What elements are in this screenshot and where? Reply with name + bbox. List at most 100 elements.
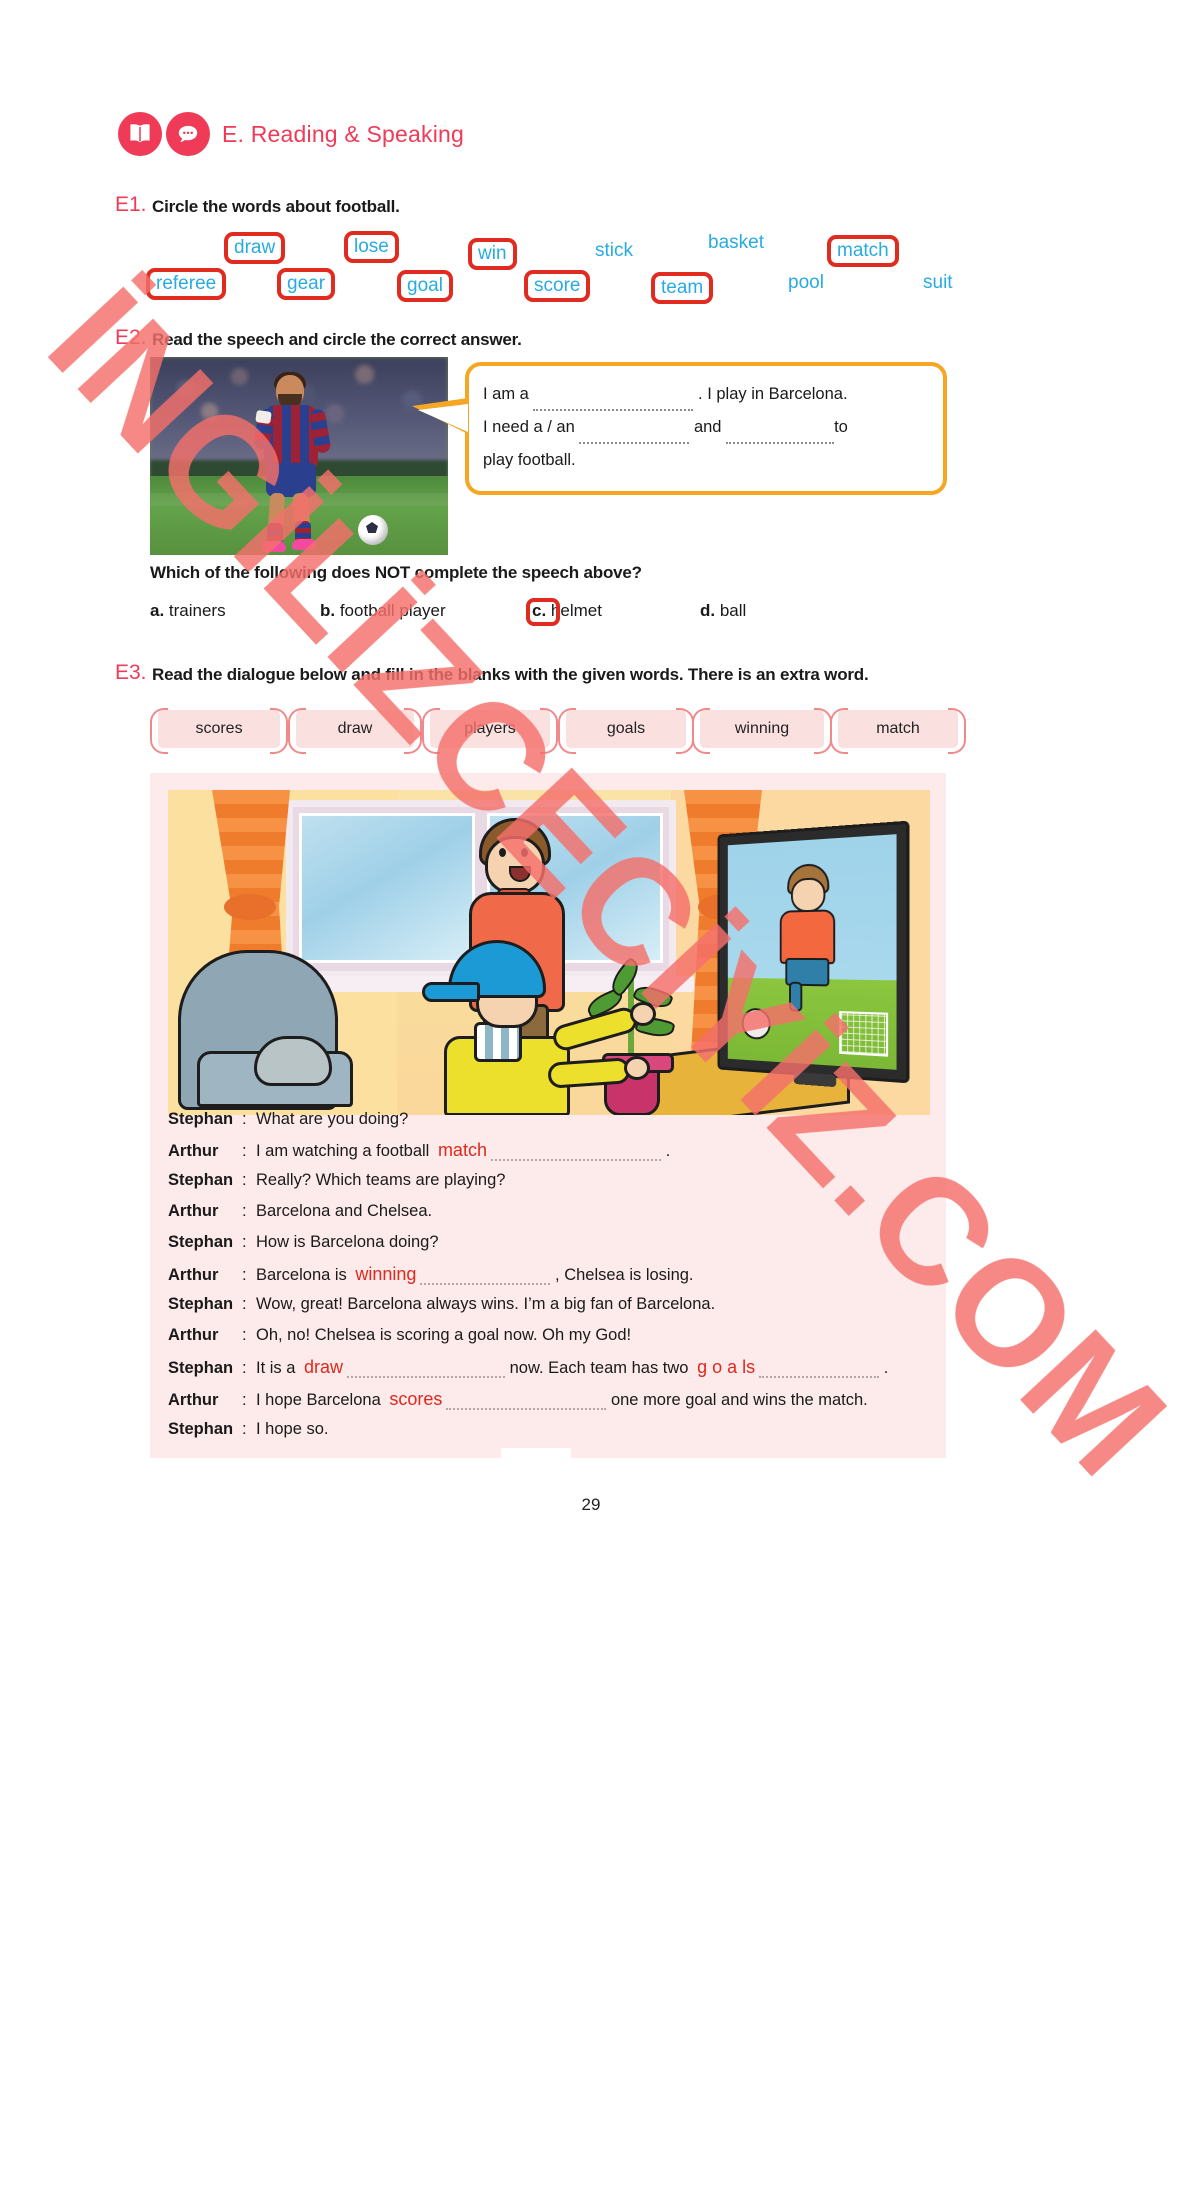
speaker-name: Stephan (168, 1295, 234, 1313)
speaker-name: Arthur (168, 1266, 219, 1284)
word-chip-match[interactable]: match (830, 708, 966, 754)
word-win[interactable]: win (468, 238, 517, 270)
dialogue-text: What are you doing? (256, 1110, 409, 1128)
football-player-photo (150, 357, 448, 555)
worksheet-page: E. Reading & Speaking E1. Circle the wor… (0, 0, 1182, 1684)
speech-line1-b: . I play in Barcelona. (698, 385, 848, 403)
tv-screen (727, 834, 897, 1070)
word-team[interactable]: team (651, 272, 714, 304)
dialogue-line: Arthur: I am watching a football match . (168, 1140, 670, 1161)
speech-blank-2[interactable] (579, 429, 690, 444)
speaker-colon: : (242, 1420, 247, 1438)
dialogue-text: Barcelona and Chelsea. (256, 1202, 433, 1220)
speaker-name: Stephan (168, 1233, 234, 1251)
section-header: E. Reading & Speaking (118, 112, 464, 156)
speaker-name: Arthur (168, 1326, 219, 1344)
dialogue-text: Barcelona is (256, 1266, 352, 1284)
e3-number: E3. (115, 661, 147, 684)
dialogue-text: , Chelsea is losing. (555, 1266, 694, 1284)
sitting-boy (418, 940, 656, 1115)
dialogue-line: Arthur: Barcelona is winning , Chelsea is… (168, 1264, 694, 1285)
answer-blank-line (446, 1393, 607, 1410)
blank-answer[interactable]: scores (385, 1389, 607, 1410)
speaker-name: Arthur (168, 1142, 219, 1160)
tv-football-player (767, 861, 859, 1012)
answer-text: scores (389, 1389, 443, 1409)
speech-blank-1[interactable] (533, 396, 694, 411)
blank-answer[interactable]: g o a ls (693, 1357, 880, 1378)
e2-question: Which of the following does NOT complete… (150, 563, 642, 582)
television (717, 820, 910, 1088)
speech-line2-a: I need a / an (483, 418, 575, 436)
word-stick[interactable]: stick (589, 238, 639, 264)
speech-bubble: I am a . I play in Barcelona. I need a /… (465, 362, 947, 495)
dialogue-text: I hope so. (256, 1420, 329, 1438)
word-goal[interactable]: goal (397, 270, 453, 302)
word-draw[interactable]: draw (224, 232, 286, 264)
answer-text: g o a ls (697, 1357, 756, 1377)
answer-text: winning (355, 1264, 417, 1284)
option-letter: d. (700, 601, 716, 620)
word-pool[interactable]: pool (782, 270, 830, 296)
word-suit[interactable]: suit (917, 270, 959, 296)
dialogue-text: . (665, 1142, 671, 1160)
dialogue-line: Stephan: Really? Which teams are playing? (168, 1171, 505, 1190)
word-gear[interactable]: gear (277, 268, 336, 300)
word-referee[interactable]: referee (146, 268, 227, 300)
speech-bubble-tail (412, 398, 468, 434)
tv-soccer-ball (741, 1007, 771, 1041)
word-score[interactable]: score (524, 270, 591, 302)
blank-answer[interactable]: match (434, 1140, 661, 1161)
dialogue-line: Arthur: I hope Barcelona scores one more … (168, 1389, 868, 1410)
word-match[interactable]: match (827, 235, 899, 267)
speech-line3: play football. (483, 451, 576, 469)
option-football-player[interactable]: b. football player (320, 601, 446, 621)
speaker-name: Stephan (168, 1359, 234, 1377)
speaker-colon: : (242, 1326, 247, 1344)
word-chip-draw[interactable]: draw (288, 708, 422, 754)
dialogue-text: I hope Barcelona (256, 1391, 386, 1409)
word-chip-goals[interactable]: goals (558, 708, 694, 754)
soccer-ball (358, 515, 388, 545)
blank-answer[interactable]: winning (351, 1264, 551, 1285)
dialogue-text: Really? Which teams are playing? (256, 1171, 506, 1189)
option-trainers[interactable]: a. trainers (150, 601, 226, 621)
page-number: 29 (581, 1495, 601, 1514)
word-chip-scores[interactable]: scores (150, 708, 288, 754)
dialogue-text: now. Each team has two (509, 1359, 694, 1377)
speech-line1-a: I am a (483, 385, 529, 403)
speech-blank-3[interactable] (726, 429, 835, 444)
dialogue-line: Arthur: Oh, no! Chelsea is scoring a goal… (168, 1326, 631, 1345)
section-title: E. Reading & Speaking (222, 120, 465, 147)
book-icon (118, 112, 162, 156)
speech-bubble-text: I am a . I play in Barcelona. I need a /… (483, 378, 931, 477)
dialogue-line: Stephan: I hope so. (168, 1420, 328, 1439)
blank-answer[interactable]: draw (300, 1357, 506, 1378)
speaker-name: Stephan (168, 1110, 234, 1128)
dialogue-text: I am watching a football (256, 1142, 434, 1160)
page-tab (501, 1448, 571, 1470)
option-ball[interactable]: d. ball (700, 601, 746, 621)
word-basket[interactable]: basket (702, 230, 770, 256)
dialogue-line: Stephan: Wow, great! Barcelona always win… (168, 1295, 715, 1314)
header-icons (118, 112, 210, 156)
dialogue-text: Wow, great! Barcelona always wins. I’m a… (256, 1295, 716, 1313)
answer-text: match (437, 1140, 487, 1160)
word-chip-players[interactable]: players (422, 708, 558, 754)
speaker-colon: : (242, 1202, 247, 1220)
word-chip-winning[interactable]: winning (692, 708, 832, 754)
dialogue-line: Stephan: What are you doing? (168, 1110, 408, 1129)
word-lose[interactable]: lose (344, 231, 399, 263)
living-room-illustration (168, 790, 930, 1115)
e1-instruction: Circle the words about football. (152, 197, 400, 216)
armchair (178, 950, 353, 1110)
e2-number: E2. (115, 326, 147, 349)
speaker-name: Arthur (168, 1391, 219, 1409)
dialogue-text: . (883, 1359, 889, 1377)
player-figure (242, 372, 342, 552)
speaker-name: Arthur (168, 1202, 219, 1220)
speaker-colon: : (242, 1171, 247, 1189)
speaker-colon: : (242, 1295, 247, 1313)
speaker-colon: : (242, 1233, 247, 1251)
speaker-colon: : (242, 1359, 247, 1377)
